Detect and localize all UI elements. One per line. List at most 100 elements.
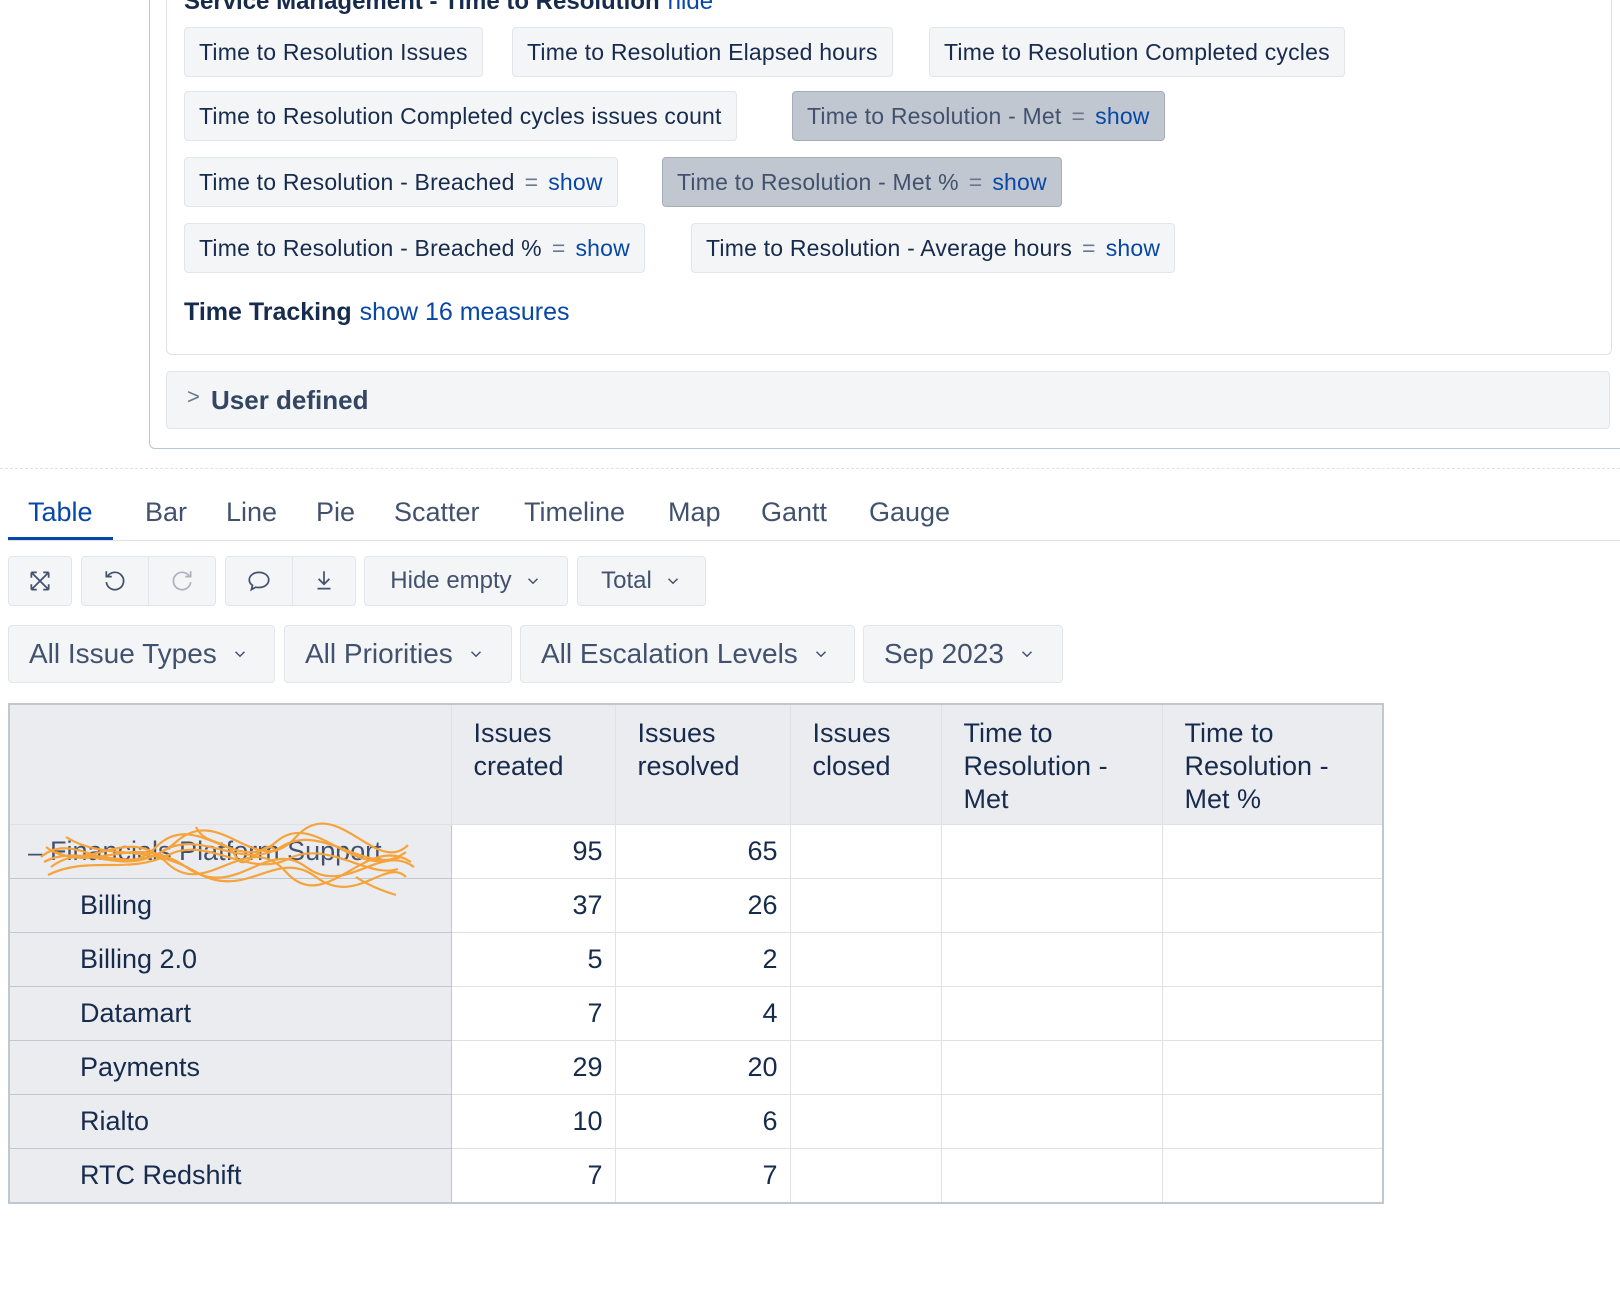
measure-chip-ttr-average-hours[interactable]: Time to Resolution - Average hours = show (691, 223, 1176, 273)
table-cell (940, 1094, 1163, 1149)
column-header[interactable]: Time to Resolution - Met (940, 703, 1163, 825)
filter-escalation-levels[interactable]: All Escalation Levels (520, 625, 855, 683)
show-measures-link[interactable]: show 16 measures (360, 298, 570, 326)
table-cell: 2 (614, 932, 791, 987)
column-header[interactable]: Issues closed (789, 703, 942, 825)
time-tracking-label: Time Tracking (184, 298, 352, 326)
tab-bar[interactable]: Bar (125, 488, 207, 540)
table-cell: 95 (450, 824, 616, 879)
chevron-right-icon: > (187, 384, 200, 409)
table-cell (940, 878, 1163, 933)
table-cell: 5 (450, 932, 616, 987)
tab-line[interactable]: Line (206, 488, 297, 540)
table-cell (789, 824, 942, 879)
table-cell (940, 1040, 1163, 1095)
redo-icon (172, 571, 192, 591)
hide-link[interactable]: hide (668, 0, 713, 15)
chevron-down-icon (470, 651, 481, 658)
corner-cell (8, 703, 452, 825)
tab-pie[interactable]: Pie (296, 488, 375, 540)
table-cell (1161, 1040, 1384, 1095)
row-header[interactable]: Datamart (8, 986, 452, 1041)
full-width-button[interactable] (8, 556, 72, 606)
tab-table[interactable]: Table (8, 488, 113, 540)
show-link[interactable]: show (575, 235, 630, 261)
chevron-down-icon (815, 651, 826, 658)
row-header-parent[interactable]: – Financials Platform Support (8, 822, 452, 897)
table-cell (1161, 878, 1384, 933)
filter-priorities[interactable]: All Priorities (284, 625, 512, 683)
row-header[interactable]: Payments (8, 1040, 452, 1095)
measure-chip-ttr-elapsed-hours[interactable]: Time to Resolution Elapsed hours (512, 27, 893, 77)
report-table: Issues created Issues resolved Issues cl… (8, 703, 1384, 1204)
row-header[interactable]: Rialto (8, 1094, 452, 1149)
chip-label: Time to Resolution - Breached (199, 169, 515, 195)
show-link[interactable]: show (1106, 235, 1161, 261)
chevron-down-icon (1021, 651, 1032, 658)
time-tracking-row: Time Tracking show 16 measures (184, 298, 570, 327)
measure-chip-ttr-met-percent[interactable]: Time to Resolution - Met % = show (662, 157, 1062, 207)
measure-chip-ttr-issues[interactable]: Time to Resolution Issues (184, 27, 483, 77)
undo-button[interactable] (81, 556, 149, 606)
table-row: Billing 37 26 (8, 878, 1384, 933)
table-cell (789, 986, 942, 1041)
user-defined-section[interactable]: > User defined (166, 371, 1610, 429)
total-dropdown[interactable]: Total (577, 556, 706, 606)
chip-label: Time to Resolution Elapsed hours (527, 39, 878, 65)
chevron-down-icon (667, 578, 678, 585)
show-link[interactable]: show (1095, 103, 1150, 129)
full-width-icon (30, 571, 50, 591)
export-button[interactable] (293, 556, 356, 606)
filter-time-period[interactable]: Sep 2023 (863, 625, 1063, 683)
column-header[interactable]: Issues created (450, 703, 616, 825)
section-title: Service Management - Time to Resolution h… (184, 0, 713, 16)
filter-issue-types[interactable]: All Issue Types (8, 625, 275, 683)
table-cell (789, 1094, 942, 1149)
tab-map[interactable]: Map (648, 488, 741, 540)
table-row: – Financials Platform Support 95 65 (8, 822, 1384, 897)
table-cell (789, 878, 942, 933)
table-cell: 26 (614, 878, 791, 933)
table-cell: 7 (450, 1148, 616, 1203)
column-header[interactable]: Issues resolved (614, 703, 791, 825)
table-cell: 7 (450, 986, 616, 1041)
chip-label: Time to Resolution - Breached % (199, 235, 542, 261)
redo-button[interactable] (149, 556, 216, 606)
table-cell (789, 1148, 942, 1203)
measure-chip-ttr-completed-cycles[interactable]: Time to Resolution Completed cycles (929, 27, 1345, 77)
chip-label: Time to Resolution Issues (199, 39, 468, 65)
show-link[interactable]: show (992, 169, 1047, 195)
table-cell (940, 932, 1163, 987)
equals-sign: = (524, 169, 539, 195)
tab-scatter[interactable]: Scatter (374, 488, 500, 540)
collapse-icon[interactable]: – (28, 837, 42, 868)
table-cell (789, 932, 942, 987)
row-header[interactable]: Billing 2.0 (8, 932, 452, 987)
user-defined-label: User defined (211, 385, 369, 415)
filter-label: All Escalation Levels (541, 638, 798, 669)
hide-empty-dropdown[interactable]: Hide empty (364, 556, 568, 606)
show-link[interactable]: show (548, 169, 603, 195)
measure-chip-ttr-breached[interactable]: Time to Resolution - Breached = show (184, 157, 618, 207)
section-title-text: Service Management - Time to Resolution (184, 0, 660, 15)
tab-timeline[interactable]: Timeline (504, 488, 645, 540)
chevron-down-icon (527, 578, 538, 585)
total-label: Total (601, 567, 652, 594)
row-header[interactable]: RTC Redshift (8, 1148, 452, 1203)
measure-chip-ttr-completed-cycles-count[interactable]: Time to Resolution Completed cycles issu… (184, 91, 737, 141)
table-row: Payments 29 20 (8, 1040, 1384, 1095)
column-header[interactable]: Time to Resolution - Met % (1161, 703, 1384, 825)
comment-button[interactable] (225, 556, 293, 606)
filter-label: All Issue Types (29, 638, 217, 669)
measure-chip-ttr-breached-percent[interactable]: Time to Resolution - Breached % = show (184, 223, 645, 273)
equals-sign: = (968, 169, 983, 195)
equals-sign: = (1071, 103, 1086, 129)
measure-chip-ttr-met[interactable]: Time to Resolution - Met = show (792, 91, 1165, 141)
row-header[interactable]: Billing (8, 878, 452, 933)
hide-empty-label: Hide empty (390, 567, 512, 594)
tab-gantt[interactable]: Gantt (741, 488, 847, 540)
filter-label: Sep 2023 (884, 638, 1004, 669)
table-row: Rialto 10 6 (8, 1094, 1384, 1149)
table-cell (1161, 986, 1384, 1041)
tab-gauge[interactable]: Gauge (849, 488, 970, 540)
